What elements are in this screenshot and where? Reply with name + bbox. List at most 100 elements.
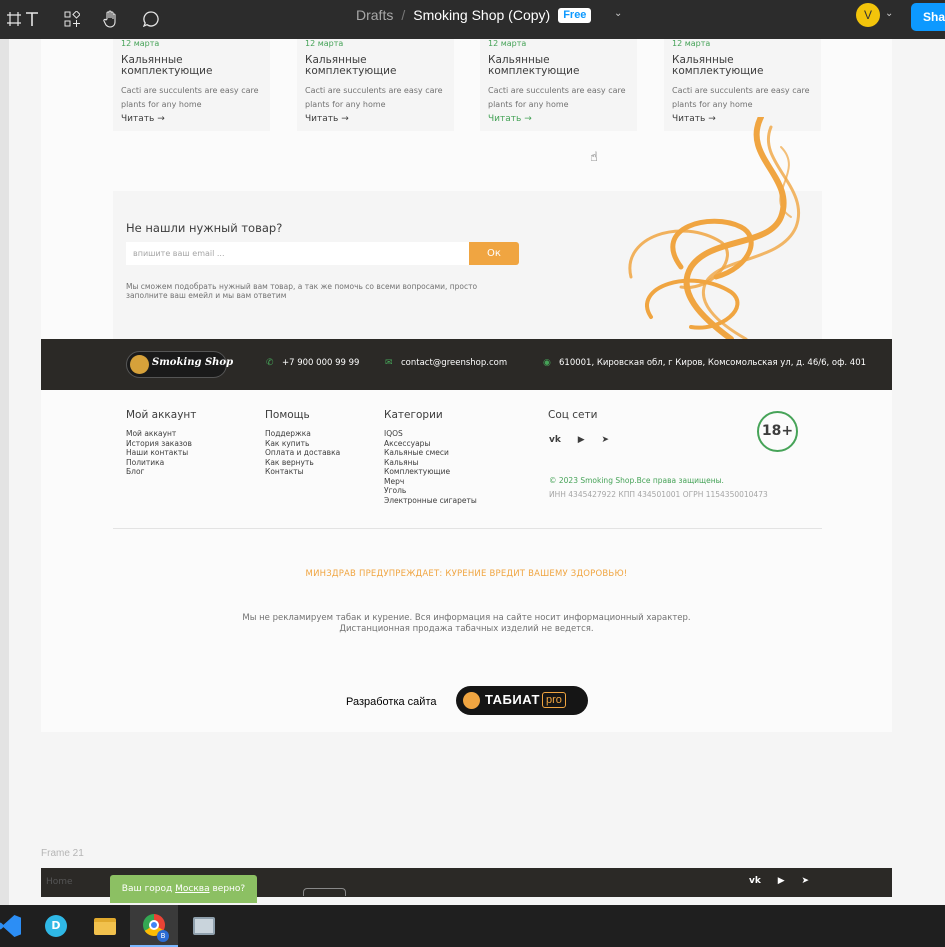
card-read-link[interactable]: Читать → — [488, 114, 532, 124]
card-description: Cacti are succulents are easy care plant… — [672, 86, 810, 109]
taskbar-chrome[interactable]: B — [130, 905, 178, 947]
footer-link[interactable]: Политика — [126, 458, 192, 468]
frame-label[interactable]: Frame 21 — [41, 848, 84, 859]
footer-link[interactable]: Уголь — [384, 486, 477, 496]
footer-link[interactable]: Электронные сигареты — [384, 496, 477, 506]
footer-link[interactable]: Блог — [126, 467, 192, 477]
app-d-icon: D — [45, 915, 67, 937]
youtube-icon[interactable]: ▶ — [778, 876, 785, 886]
city-link[interactable]: Москва — [175, 884, 209, 894]
file-breadcrumb: Drafts / Smoking Shop (Copy) Free — [356, 0, 592, 30]
telegram-icon[interactable]: ➤ — [802, 876, 810, 886]
footer-link[interactable]: Кальяны — [384, 458, 477, 468]
contact-email[interactable]: ✉ contact@greenshop.com — [385, 358, 507, 368]
file-menu-chevron-icon[interactable]: ⌄ — [614, 8, 622, 19]
footer-link[interactable]: Мой аккаунт — [126, 429, 192, 439]
share-button[interactable]: Share — [911, 3, 945, 31]
comment-icon[interactable] — [137, 5, 165, 33]
card-date: 12 марта — [121, 39, 160, 48]
footer-link[interactable]: Мерч — [384, 477, 477, 487]
plan-badge: Free — [558, 8, 592, 23]
footer-link[interactable]: История заказов — [126, 439, 192, 449]
footer-link[interactable]: Комплектующие — [384, 467, 477, 477]
location-pin-icon: ◉ — [543, 358, 551, 368]
text-tool-icon[interactable] — [18, 5, 46, 33]
submit-button[interactable]: Ок — [469, 242, 519, 265]
site-logo[interactable]: Smoking Shop — [126, 351, 233, 378]
footer-link[interactable]: Как вернуть — [265, 458, 340, 468]
footer-link[interactable]: Аксессуары — [384, 439, 477, 449]
company-requisites: ИНН 4345427922 КПП 434501001 ОГРН 115435… — [549, 490, 768, 499]
copyright-text: © 2023 Smoking Shop.Все права защищены. — [549, 476, 724, 485]
footer-link[interactable]: IQOS — [384, 429, 477, 439]
city-confirm-popup[interactable]: Ваш город Москва верно? — [110, 875, 257, 903]
card-date: 12 марта — [488, 39, 527, 48]
card-title: Кальянные комплектующие — [672, 54, 764, 77]
read-label: Читать — [121, 114, 155, 124]
card-description: Cacti are succulents are easy care plant… — [305, 86, 443, 109]
figma-canvas[interactable]: 12 марта Кальянные комплектующие Cacti a… — [0, 39, 945, 905]
vk-icon[interactable]: vk — [549, 435, 561, 445]
read-label: Читать — [305, 114, 339, 124]
components-icon[interactable] — [58, 5, 86, 33]
contact-bar: Smoking Shop ✆ +7 900 000 99 99 ✉ contact@… — [41, 339, 892, 390]
folder-icon — [94, 917, 116, 935]
card-read-link[interactable]: Читать → — [305, 114, 349, 124]
avatar-chevron-icon[interactable]: ⌄ — [885, 8, 893, 19]
email-text: contact@greenshop.com — [401, 358, 508, 368]
header-button-outline[interactable] — [303, 888, 346, 896]
vk-icon[interactable]: vk — [749, 876, 761, 886]
footer-link[interactable]: Поддержка — [265, 429, 340, 439]
logo-mark-icon — [130, 355, 149, 374]
age-restriction-badge: 18+ — [757, 411, 798, 452]
footer-link[interactable]: Наши контакты — [126, 448, 192, 458]
card-read-link[interactable]: Читать → — [121, 114, 165, 124]
card-description: Cacti are succulents are easy care plant… — [488, 86, 626, 109]
file-name[interactable]: Smoking Shop (Copy) — [413, 7, 550, 23]
card-title: Кальянные комплектующие — [121, 54, 213, 77]
hand-cursor-icon: ☝ — [590, 150, 598, 165]
contact-address[interactable]: ◉ 610001, Кировская обл, г Киров, Комсомо… — [543, 358, 866, 368]
social-icons: vk ▶ ➤ — [549, 435, 623, 445]
home-link[interactable]: Home — [46, 877, 73, 887]
contact-phone[interactable]: ✆ +7 900 000 99 99 — [266, 358, 359, 368]
address-text: 610001, Кировская обл, г Киров, Комсомол… — [559, 358, 867, 368]
card-date: 12 марта — [305, 39, 344, 48]
blog-card[interactable]: 12 марта Кальянные комплектующие Cacti a… — [113, 39, 270, 131]
design-frame[interactable]: 12 марта Кальянные комплектующие Cacti a… — [41, 39, 892, 732]
breadcrumb-drafts[interactable]: Drafts — [356, 7, 393, 23]
monitor-icon — [193, 917, 215, 935]
telegram-icon[interactable]: ➤ — [602, 435, 610, 445]
footer-link[interactable]: Как купить — [265, 439, 340, 449]
canvas-left-edge — [0, 39, 9, 905]
footer-link[interactable]: Контакты — [265, 467, 340, 477]
footer-link[interactable]: Кальяные смеси — [384, 448, 477, 458]
blog-card[interactable]: 12 марта Кальянные комплектующие Cacti a… — [297, 39, 454, 131]
taskbar-app[interactable]: D — [32, 905, 80, 947]
footer-link[interactable]: Оплата и доставка — [265, 448, 340, 458]
taskbar-vscode[interactable] — [0, 905, 34, 947]
footer-title-categories: Категории — [384, 409, 443, 421]
taskbar-monitor[interactable] — [180, 905, 228, 947]
hand-tool-icon[interactable] — [97, 5, 125, 33]
phone-text: +7 900 000 99 99 — [282, 358, 360, 368]
os-taskbar: D B — [0, 905, 945, 947]
avatar[interactable]: V — [856, 3, 880, 27]
blog-card[interactable]: 12 марта Кальянные комплектующие Cacti a… — [480, 39, 637, 131]
arrow-right-icon: → — [341, 114, 349, 124]
youtube-icon[interactable]: ▶ — [578, 435, 585, 445]
mail-icon: ✉ — [385, 358, 393, 368]
vscode-icon — [0, 915, 21, 937]
header-social-icons: vk ▶ ➤ — [749, 876, 823, 886]
taskbar-explorer[interactable] — [81, 905, 129, 947]
email-field[interactable]: впишите ваш email ... — [126, 242, 469, 265]
footer-title-account: Мой аккаунт — [126, 409, 197, 421]
read-label: Читать — [488, 114, 522, 124]
footer-divider — [113, 528, 822, 529]
footer-title-help: Помощь — [265, 409, 310, 421]
developer-label: Разработка сайта — [346, 696, 437, 708]
developer-badge[interactable]: ТАБИАТ pro — [456, 686, 588, 715]
footer-list-help: Поддержка Как купить Оплата и доставка К… — [265, 429, 340, 477]
card-description: Cacti are succulents are easy care plant… — [121, 86, 259, 109]
arrow-right-icon: → — [524, 114, 532, 124]
